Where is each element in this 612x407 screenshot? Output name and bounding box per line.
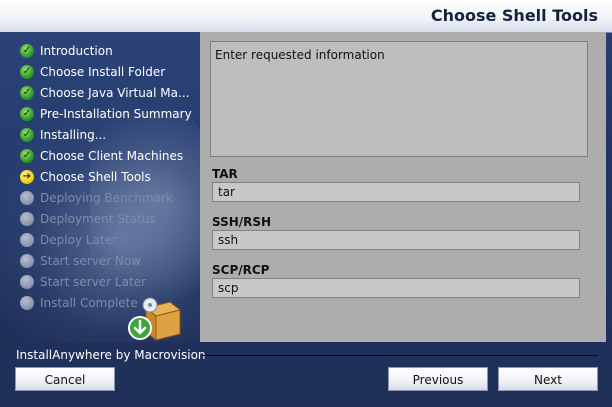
cancel-button-label: Cancel bbox=[44, 373, 86, 387]
arrow-right-icon: ➔ bbox=[20, 169, 34, 184]
step-sidebar: ✓ Introduction ✓ Choose Install Folder ✓… bbox=[0, 32, 200, 342]
installer-window: Choose Shell Tools ✓ Introduction ✓ Choo… bbox=[0, 0, 612, 407]
previous-button[interactable]: Previous bbox=[388, 367, 488, 391]
step-label: Choose Shell Tools bbox=[40, 169, 151, 184]
info-text: Enter requested information bbox=[215, 48, 385, 62]
step-item: ✓ Choose Install Folder bbox=[20, 61, 192, 82]
check-icon: ✓ bbox=[20, 64, 34, 79]
step-item: ✓ Pre-Installation Summary bbox=[20, 103, 192, 124]
next-button-label: Next bbox=[534, 373, 562, 387]
footer-divider bbox=[202, 355, 598, 356]
step-label: Deploying Benchmark bbox=[40, 190, 173, 205]
circle-icon bbox=[20, 295, 34, 310]
step-label: Choose Java Virtual Ma... bbox=[40, 85, 190, 100]
check-icon: ✓ bbox=[20, 127, 34, 142]
previous-button-label: Previous bbox=[412, 373, 464, 387]
install-box-icon bbox=[128, 297, 182, 342]
step-item: Deploying Benchmark bbox=[20, 187, 192, 208]
step-label: Install Complete bbox=[40, 295, 138, 310]
header-bar: Choose Shell Tools bbox=[0, 0, 612, 33]
info-textarea: Enter requested information bbox=[210, 41, 588, 157]
step-item: Start server Now bbox=[20, 250, 192, 271]
step-item: ✓ Choose Client Machines bbox=[20, 145, 192, 166]
scp-rcp-input[interactable] bbox=[212, 278, 580, 298]
step-label: Choose Install Folder bbox=[40, 64, 166, 79]
step-item: ✓ Introduction bbox=[20, 40, 192, 61]
step-item: ✓ Choose Java Virtual Ma... bbox=[20, 82, 192, 103]
step-list: ✓ Introduction ✓ Choose Install Folder ✓… bbox=[20, 40, 192, 313]
step-label: Installing... bbox=[40, 127, 107, 142]
step-label: Start server Now bbox=[40, 253, 142, 268]
step-item: Deployment Status bbox=[20, 208, 192, 229]
page-title: Choose Shell Tools bbox=[430, 6, 598, 25]
check-icon: ✓ bbox=[20, 43, 34, 58]
circle-icon bbox=[20, 190, 34, 205]
step-label: Choose Client Machines bbox=[40, 148, 184, 163]
check-icon: ✓ bbox=[20, 85, 34, 100]
vendor-label: InstallAnywhere by Macrovision bbox=[16, 348, 206, 362]
circle-icon bbox=[20, 253, 34, 268]
check-icon: ✓ bbox=[20, 148, 34, 163]
cancel-button[interactable]: Cancel bbox=[15, 367, 115, 391]
step-item-current: ➔ Choose Shell Tools bbox=[20, 166, 192, 187]
step-item: Deploy Later bbox=[20, 229, 192, 250]
step-label: Pre-Installation Summary bbox=[40, 106, 192, 121]
step-item: ✓ Installing... bbox=[20, 124, 192, 145]
step-label: Introduction bbox=[40, 43, 113, 58]
scp-rcp-label: SCP/RCP bbox=[212, 263, 270, 277]
circle-icon bbox=[20, 274, 34, 289]
circle-icon bbox=[20, 232, 34, 247]
step-label: Deployment Status bbox=[40, 211, 156, 226]
step-item: Start server Later bbox=[20, 271, 192, 292]
tar-label: TAR bbox=[212, 167, 238, 181]
main-panel: Enter requested information TAR SSH/RSH … bbox=[200, 32, 606, 342]
tar-input[interactable] bbox=[212, 182, 580, 202]
next-button[interactable]: Next bbox=[498, 367, 598, 391]
step-label: Start server Later bbox=[40, 274, 146, 289]
ssh-rsh-input[interactable] bbox=[212, 230, 580, 250]
circle-icon bbox=[20, 211, 34, 226]
check-icon: ✓ bbox=[20, 106, 34, 121]
ssh-rsh-label: SSH/RSH bbox=[212, 215, 272, 229]
step-label: Deploy Later bbox=[40, 232, 117, 247]
